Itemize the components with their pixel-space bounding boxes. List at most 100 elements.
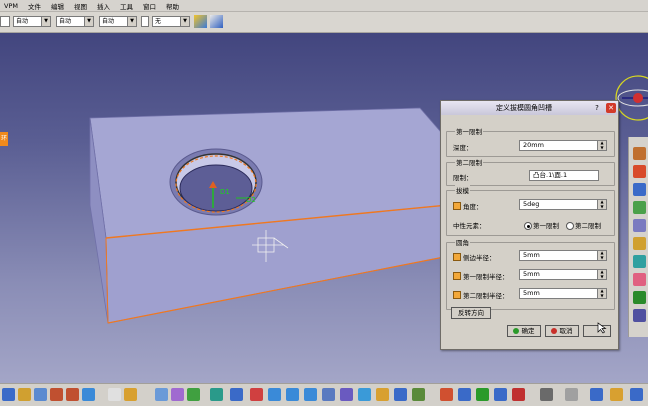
point-icon[interactable] xyxy=(476,388,489,401)
paint-brush-icon[interactable] xyxy=(194,15,207,28)
menu-file[interactable]: 文件 xyxy=(24,1,47,11)
redo-icon[interactable] xyxy=(66,388,79,401)
spinner-icon[interactable]: ▲ ▼ xyxy=(597,199,606,209)
linetype-combo[interactable]: 自动 ▼ xyxy=(56,16,94,27)
menu-window[interactable]: 窗口 xyxy=(139,1,162,11)
menu-help[interactable]: 帮助 xyxy=(162,1,185,11)
left-panel-tab[interactable]: 环 xyxy=(0,132,8,146)
fillets-label: 圆角 xyxy=(455,237,470,247)
limit-value: 凸台.1\面.1 xyxy=(533,171,568,179)
select-icon[interactable] xyxy=(2,388,15,401)
right-toolbar xyxy=(628,137,648,337)
line-icon[interactable] xyxy=(494,388,507,401)
first-limit-radius-field[interactable]: 5mm ▲ ▼ xyxy=(519,269,607,280)
swap-space-icon[interactable] xyxy=(412,388,425,401)
properties-toolbar: 自动 ▼ 自动 ▼ 自动 ▼ 无 ▼ xyxy=(0,12,648,33)
shell-icon[interactable] xyxy=(633,309,646,322)
radio-second-limit-label: 第二限制 xyxy=(575,222,601,230)
layer-combo[interactable] xyxy=(0,16,10,27)
cancel-icon xyxy=(551,328,558,334)
menu-edit[interactable]: 编辑 xyxy=(47,1,70,11)
chevron-down-icon: ▼ xyxy=(41,17,50,26)
whats-this-icon[interactable] xyxy=(82,388,95,401)
multi-view-icon[interactable] xyxy=(340,388,353,401)
constraint-icon[interactable] xyxy=(565,388,578,401)
hole-icon[interactable] xyxy=(633,219,646,232)
copy-icon[interactable] xyxy=(34,388,47,401)
spinner-icon[interactable]: ▲ ▼ xyxy=(597,288,606,298)
limit-field[interactable]: 凸台.1\面.1 xyxy=(529,170,599,181)
axis-icon[interactable] xyxy=(458,388,471,401)
side-radius-field[interactable]: 5mm ▲ ▼ xyxy=(519,250,607,261)
catalog-icon[interactable] xyxy=(124,388,137,401)
pan-icon[interactable] xyxy=(250,388,263,401)
snap-icon[interactable] xyxy=(540,388,553,401)
update-icon[interactable] xyxy=(590,388,603,401)
hide-show-icon[interactable] xyxy=(394,388,407,401)
pad-icon[interactable] xyxy=(633,147,646,160)
zoom-in-icon[interactable] xyxy=(286,388,299,401)
lineweight-combo[interactable]: 自动 ▼ xyxy=(99,16,137,27)
draft-icon[interactable] xyxy=(633,291,646,304)
cut-icon[interactable] xyxy=(18,388,31,401)
chevron-down-icon: ▼ xyxy=(180,17,189,26)
fillet-icon[interactable] xyxy=(633,273,646,286)
iso-view-icon[interactable] xyxy=(358,388,371,401)
linetype-combo-value: 自动 xyxy=(59,18,72,25)
color-combo[interactable]: 自动 ▼ xyxy=(13,16,51,27)
rib-icon[interactable] xyxy=(633,237,646,250)
spinner-icon[interactable]: ▲ ▼ xyxy=(597,269,606,279)
angle-value: 5deg xyxy=(523,200,540,208)
shading-icon[interactable] xyxy=(376,388,389,401)
draft-checkbox[interactable] xyxy=(453,202,461,210)
plane-icon[interactable] xyxy=(512,388,525,401)
second-limit-radius-checkbox[interactable] xyxy=(453,291,461,299)
knowledge-icon[interactable] xyxy=(630,388,643,401)
rotate-icon[interactable] xyxy=(268,388,281,401)
drafted-filleted-pocket-dialog: 定义拔模圆角凹槽 ? ✕ 第一限制 深度： 20mm ▲ ▼ 第二限制 限制： 凸… xyxy=(440,100,619,350)
menu-view[interactable]: 视图 xyxy=(70,1,93,11)
compass-icon[interactable] xyxy=(615,75,648,121)
chevron-down-icon: ▼ xyxy=(127,17,136,26)
reverse-direction-button[interactable]: 反转方向 xyxy=(451,307,491,319)
measure-icon[interactable] xyxy=(187,388,200,401)
undo-icon[interactable] xyxy=(50,388,63,401)
radio-second-limit[interactable] xyxy=(566,222,574,230)
ok-icon xyxy=(513,328,520,334)
analysis-icon[interactable] xyxy=(171,388,184,401)
render-style-combo[interactable]: 无 ▼ xyxy=(152,16,190,27)
bottom-toolbar xyxy=(0,383,648,406)
normal-view-icon[interactable] xyxy=(322,388,335,401)
depth-field[interactable]: 20mm ▲ ▼ xyxy=(519,140,607,151)
copy-format-icon[interactable] xyxy=(210,15,223,28)
help-icon[interactable]: ? xyxy=(592,103,602,113)
slot-icon[interactable] xyxy=(633,255,646,268)
spinner-icon[interactable]: ▲ ▼ xyxy=(597,250,606,260)
ok-button[interactable]: 确定 xyxy=(507,325,541,337)
fly-mode-icon[interactable] xyxy=(210,388,223,401)
neutral-element-label: 中性元素： xyxy=(453,222,486,230)
groove-icon[interactable] xyxy=(633,201,646,214)
3d-viewport[interactable]: D1 D2 VPM 文件 编辑 视图 插入 工具 窗口 帮助 自动 ▼ 自动 ▼ 自… xyxy=(0,0,648,406)
sketch-icon[interactable] xyxy=(440,388,453,401)
dialog-titlebar[interactable]: 定义拔模圆角凹槽 ? ✕ xyxy=(441,101,618,115)
zoom-out-icon[interactable] xyxy=(304,388,317,401)
cancel-button[interactable]: 取消 xyxy=(545,325,579,337)
menu-tools[interactable]: 工具 xyxy=(116,1,139,11)
angle-field[interactable]: 5deg ▲ ▼ xyxy=(519,199,607,210)
menu-vpm[interactable]: VPM xyxy=(0,2,24,10)
shaft-icon[interactable] xyxy=(633,183,646,196)
menu-insert[interactable]: 插入 xyxy=(93,1,116,11)
spinner-icon[interactable]: ▲ ▼ xyxy=(597,140,606,150)
formula-icon[interactable] xyxy=(108,388,121,401)
second-limit-radius-field[interactable]: 5mm ▲ ▼ xyxy=(519,288,607,299)
radio-first-limit[interactable] xyxy=(524,222,532,230)
side-radius-checkbox[interactable] xyxy=(453,253,461,261)
first-limit-radius-checkbox[interactable] xyxy=(453,272,461,280)
close-icon[interactable]: ✕ xyxy=(606,103,616,113)
table-icon[interactable] xyxy=(155,388,168,401)
fit-all-icon[interactable] xyxy=(230,388,243,401)
pocket-icon[interactable] xyxy=(633,165,646,178)
transparency-combo[interactable] xyxy=(141,16,149,27)
publish-icon[interactable] xyxy=(610,388,623,401)
